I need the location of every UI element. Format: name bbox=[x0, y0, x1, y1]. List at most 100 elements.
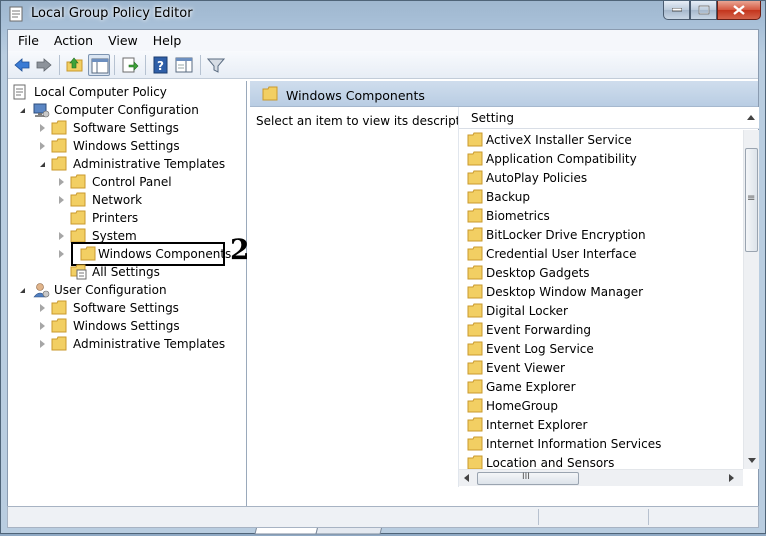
tree-node-user-administrative-templates[interactable]: Administrative Templates bbox=[38, 335, 238, 353]
forward-button[interactable] bbox=[33, 54, 55, 76]
maximize-button[interactable] bbox=[690, 1, 717, 20]
list-item-label: Location and Sensors bbox=[486, 456, 615, 469]
list-item[interactable]: BitLocker Drive Encryption bbox=[459, 225, 743, 244]
toolbar: ? bbox=[8, 51, 758, 79]
tree-node-network[interactable]: Network bbox=[57, 191, 237, 209]
list-item[interactable]: Internet Information Services bbox=[459, 434, 743, 453]
list-item[interactable]: Biometrics bbox=[459, 206, 743, 225]
list-item[interactable]: AutoPlay Policies bbox=[459, 168, 743, 187]
minimize-button[interactable] bbox=[663, 1, 690, 20]
list-item-label: ActiveX Installer Service bbox=[486, 133, 632, 147]
vertical-scrollbar[interactable]: ≡ bbox=[743, 130, 759, 469]
list-item[interactable]: Location and Sensors bbox=[459, 453, 743, 469]
menu-file[interactable]: File bbox=[18, 30, 39, 51]
tree-node-windows-settings[interactable]: Windows Settings bbox=[38, 137, 238, 155]
folder-icon bbox=[70, 174, 87, 192]
back-button[interactable] bbox=[11, 54, 33, 76]
collapsed-arrow-icon[interactable] bbox=[40, 322, 45, 330]
tree-node-user-configuration[interactable]: User Configuration bbox=[18, 281, 242, 299]
vertical-scroll-thumb[interactable]: ≡ bbox=[745, 148, 758, 252]
menu-action[interactable]: Action bbox=[54, 30, 93, 51]
filter-button[interactable] bbox=[205, 54, 227, 76]
tree-node-software-settings[interactable]: Software Settings bbox=[38, 119, 238, 137]
menu-bar: File Action View Help bbox=[8, 30, 758, 51]
list-item-label: Internet Information Services bbox=[486, 437, 662, 451]
settings-list: ActiveX Installer Service Application Com… bbox=[459, 130, 743, 469]
list-item[interactable]: Desktop Window Manager bbox=[459, 282, 743, 301]
list-item-label: Credential User Interface bbox=[486, 247, 637, 261]
horizontal-scrollbar[interactable]: III bbox=[459, 469, 743, 486]
folder-icon bbox=[467, 322, 484, 340]
list-item[interactable]: Game Explorer bbox=[459, 377, 743, 396]
list-item[interactable]: Application Compatibility bbox=[459, 149, 743, 168]
list-item[interactable]: Desktop Gadgets bbox=[459, 263, 743, 282]
list-item[interactable]: Event Viewer bbox=[459, 358, 743, 377]
collapsed-arrow-icon[interactable] bbox=[40, 304, 45, 312]
folder-icon bbox=[467, 379, 484, 397]
scroll-up-arrow-icon[interactable] bbox=[747, 115, 755, 120]
tree-node-local-computer-policy[interactable]: Local Computer Policy bbox=[12, 83, 242, 101]
column-header-label: Setting bbox=[471, 111, 514, 125]
collapsed-arrow-icon[interactable] bbox=[59, 232, 64, 240]
collapsed-arrow-icon[interactable] bbox=[40, 124, 45, 132]
show-hide-console-tree-button[interactable] bbox=[88, 54, 110, 76]
list-item-label: BitLocker Drive Encryption bbox=[486, 228, 646, 242]
tree-node-user-windows-settings[interactable]: Windows Settings bbox=[38, 317, 238, 335]
list-item-label: Internet Explorer bbox=[486, 418, 588, 432]
list-item[interactable]: Event Forwarding bbox=[459, 320, 743, 339]
list-item[interactable]: Internet Explorer bbox=[459, 415, 743, 434]
up-one-level-button[interactable] bbox=[64, 54, 86, 76]
scroll-down-arrow-icon[interactable] bbox=[748, 458, 756, 463]
scroll-grip: III bbox=[522, 472, 530, 482]
description-text: Select an item to view its description. bbox=[256, 114, 483, 128]
menu-view[interactable]: View bbox=[108, 30, 138, 51]
menu-help[interactable]: Help bbox=[153, 30, 182, 51]
tree-node-computer-configuration[interactable]: Computer Configuration bbox=[18, 101, 242, 119]
help-button[interactable]: ? bbox=[150, 54, 172, 76]
list-item[interactable]: Backup bbox=[459, 187, 743, 206]
list-item[interactable]: Digital Locker bbox=[459, 301, 743, 320]
list-item[interactable]: Event Log Service bbox=[459, 339, 743, 358]
tree-label: Computer Configuration bbox=[54, 103, 199, 117]
title-bar[interactable]: Local Group Policy Editor bbox=[1, 1, 765, 27]
list-item-label: AutoPlay Policies bbox=[486, 171, 588, 185]
scroll-left-arrow-icon[interactable] bbox=[464, 474, 469, 482]
folder-icon bbox=[51, 336, 68, 354]
list-item[interactable]: Credential User Interface bbox=[459, 244, 743, 263]
filter-icon bbox=[207, 58, 225, 73]
tree-node-control-panel[interactable]: Control Panel bbox=[57, 173, 237, 191]
close-button[interactable] bbox=[717, 1, 761, 20]
list-item[interactable]: ActiveX Installer Service bbox=[459, 130, 743, 149]
expanded-arrow-icon[interactable] bbox=[40, 162, 45, 167]
tree-node-all-settings[interactable]: All Settings bbox=[57, 263, 237, 281]
folder-up-icon bbox=[66, 57, 83, 72]
collapsed-arrow-icon[interactable] bbox=[40, 340, 45, 348]
console-tree: Local Computer Policy Computer Configura… bbox=[8, 81, 249, 506]
expanded-arrow-icon[interactable] bbox=[20, 288, 25, 293]
show-hide-action-pane-button[interactable] bbox=[173, 54, 195, 76]
tree-node-user-software-settings[interactable]: Software Settings bbox=[38, 299, 238, 317]
folder-icon bbox=[51, 156, 68, 174]
collapsed-arrow-icon[interactable] bbox=[59, 196, 64, 204]
column-header-setting[interactable]: Setting bbox=[459, 107, 759, 129]
help-icon: ? bbox=[153, 56, 168, 74]
folder-icon bbox=[70, 210, 87, 228]
folder-icon bbox=[467, 360, 484, 378]
expanded-arrow-icon[interactable] bbox=[20, 108, 25, 113]
folder-icon bbox=[467, 189, 484, 207]
horizontal-scroll-thumb[interactable]: III bbox=[477, 472, 579, 485]
scroll-right-arrow-icon[interactable] bbox=[729, 474, 734, 482]
close-icon bbox=[733, 5, 745, 15]
folder-icon bbox=[262, 86, 279, 104]
folder-icon bbox=[467, 341, 484, 359]
policy-editor-icon bbox=[9, 6, 24, 22]
list-item[interactable]: HomeGroup bbox=[459, 396, 743, 415]
folder-icon bbox=[467, 151, 484, 169]
collapsed-arrow-icon[interactable] bbox=[40, 142, 45, 150]
collapsed-arrow-icon[interactable] bbox=[59, 178, 64, 186]
tree-node-administrative-templates[interactable]: Administrative Templates bbox=[38, 155, 238, 173]
tree-node-printers[interactable]: Printers bbox=[57, 209, 237, 227]
collapsed-arrow-icon[interactable] bbox=[59, 250, 64, 258]
forward-arrow-icon bbox=[36, 58, 52, 72]
export-list-button[interactable] bbox=[119, 54, 141, 76]
